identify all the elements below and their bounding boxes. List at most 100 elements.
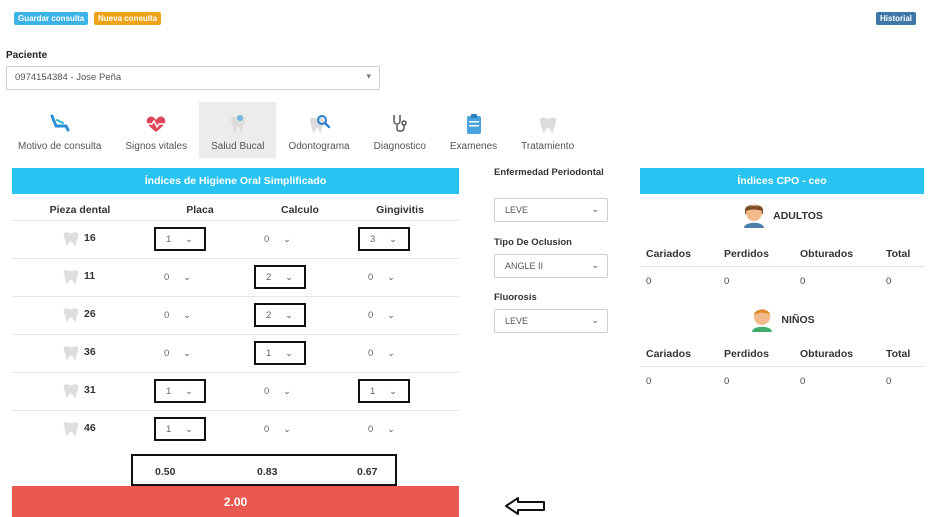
ninos-obturados-value: 0 bbox=[800, 376, 806, 387]
chevron-down-icon: ⌄ bbox=[185, 385, 193, 396]
pieza-number: 31 bbox=[84, 384, 96, 396]
placa-select[interactable]: 0 ⌄ bbox=[154, 341, 206, 365]
fluorosis-select[interactable]: LEVE ⌄ bbox=[494, 309, 608, 333]
calculo-select[interactable]: 2 ⌄ bbox=[254, 265, 306, 289]
calculo-value: 0 bbox=[264, 233, 270, 245]
total-calculo: 0.83 bbox=[257, 466, 278, 478]
calculo-select[interactable]: 1 ⌄ bbox=[254, 341, 306, 365]
ninos-col-obturados: Obturados bbox=[800, 348, 854, 360]
gingivitis-value: 3 bbox=[370, 233, 376, 245]
divider bbox=[640, 266, 924, 267]
tooth-icon bbox=[63, 308, 79, 323]
paciente-select[interactable]: 0974154384 - Jose Peña ▾ bbox=[6, 66, 380, 90]
tab-salud-bucal[interactable]: Salud Bucal bbox=[199, 102, 277, 158]
calculo-value: 1 bbox=[266, 347, 272, 359]
adultos-total-value: 0 bbox=[886, 276, 892, 287]
pieza-cell: 26 bbox=[62, 305, 96, 323]
table-row: 11 0 ⌄ 2 ⌄ 0 ⌄ bbox=[12, 258, 459, 294]
tab-motivo-de-consulta[interactable]: Motivo de consulta bbox=[6, 102, 113, 158]
gingivitis-select[interactable]: 3 ⌄ bbox=[358, 227, 410, 251]
pieza-cell: 16 bbox=[62, 229, 96, 247]
calculo-value: 0 bbox=[264, 423, 270, 435]
chevron-down-icon: ⌄ bbox=[389, 385, 397, 396]
adult-avatar-icon bbox=[741, 200, 767, 231]
pieza-number: 16 bbox=[84, 232, 96, 244]
pieza-cell: 11 bbox=[62, 267, 95, 285]
adultos-label: ADULTOS bbox=[773, 209, 823, 222]
fluorosis-label: Fluorosis bbox=[494, 292, 537, 303]
fluorosis-value: LEVE bbox=[505, 316, 529, 326]
child-avatar-icon bbox=[749, 304, 775, 335]
calculo-select[interactable]: 0 ⌄ bbox=[254, 227, 306, 251]
placa-value: 1 bbox=[166, 423, 172, 435]
calculo-select[interactable]: 0 ⌄ bbox=[254, 379, 306, 403]
chevron-down-icon: ⌄ bbox=[387, 271, 395, 282]
gingivitis-select[interactable]: 1 ⌄ bbox=[358, 379, 410, 403]
ninos-group: NIÑOS bbox=[640, 304, 924, 335]
heartbeat-icon bbox=[144, 111, 168, 137]
chevron-down-icon: ⌄ bbox=[185, 423, 193, 434]
guardar-consulta-button[interactable]: Guardar consulta bbox=[14, 12, 89, 25]
table-row: 16 1 ⌄ 0 ⌄ 3 ⌄ bbox=[12, 220, 459, 256]
gingivitis-select[interactable]: 0 ⌄ bbox=[358, 303, 410, 327]
placa-value: 0 bbox=[164, 347, 170, 359]
chevron-down-icon: ⌄ bbox=[387, 309, 395, 320]
placa-select[interactable]: 0 ⌄ bbox=[154, 265, 206, 289]
chevron-down-icon: ⌄ bbox=[285, 271, 293, 282]
paciente-label: Paciente bbox=[6, 50, 48, 61]
tab-signos-vitales[interactable]: Signos vitales bbox=[113, 102, 199, 158]
col-gingivitis: Gingivitis bbox=[376, 204, 424, 216]
tipo-oclusion-select[interactable]: ANGLE II ⌄ bbox=[494, 254, 608, 278]
gingivitis-select[interactable]: 0 ⌄ bbox=[358, 341, 410, 365]
enfermedad-periodontal-label: Enfermedad Periodontal bbox=[494, 167, 604, 178]
ninos-perdidos-value: 0 bbox=[724, 376, 730, 387]
gingivitis-value: 1 bbox=[370, 385, 376, 397]
placa-select[interactable]: 1 ⌄ bbox=[154, 379, 206, 403]
tab-odontograma[interactable]: Odontograma bbox=[276, 102, 361, 158]
ninos-label: NIÑOS bbox=[781, 313, 815, 326]
col-placa: Placa bbox=[186, 204, 214, 216]
pieza-number: 46 bbox=[84, 422, 96, 434]
paciente-value: 0974154384 - Jose Peña bbox=[15, 72, 122, 83]
tooth-icon bbox=[63, 422, 79, 437]
adultos-col-cariados: Cariados bbox=[646, 248, 691, 260]
tab-label: Diagnostico bbox=[373, 141, 426, 152]
ihos-result: 2.00 bbox=[12, 486, 459, 517]
tooth-search-icon bbox=[307, 111, 331, 137]
calculo-value: 2 bbox=[266, 309, 272, 321]
tab-examenes[interactable]: Examenes bbox=[438, 102, 509, 158]
historial-button[interactable]: Historial bbox=[876, 12, 917, 25]
arrow-left-icon bbox=[504, 496, 546, 517]
tooth-icon bbox=[63, 232, 79, 247]
chevron-down-icon: ⌄ bbox=[389, 233, 397, 244]
ninos-col-cariados: Cariados bbox=[646, 348, 691, 360]
placa-select[interactable]: 0 ⌄ bbox=[154, 303, 206, 327]
col-calculo: Calculo bbox=[281, 204, 319, 216]
tab-tratamiento[interactable]: Tratamiento bbox=[509, 102, 586, 158]
chevron-down-icon: ⌄ bbox=[183, 347, 191, 358]
gingivitis-value: 0 bbox=[368, 423, 374, 435]
adultos-col-obturados: Obturados bbox=[800, 248, 854, 260]
calculo-select[interactable]: 0 ⌄ bbox=[254, 417, 306, 441]
chevron-down-icon: ⌄ bbox=[285, 347, 293, 358]
chevron-down-icon: ⌄ bbox=[183, 271, 191, 282]
pieza-number: 36 bbox=[84, 346, 96, 358]
gingivitis-value: 0 bbox=[368, 347, 374, 359]
table-row: 46 1 ⌄ 0 ⌄ 0 ⌄ bbox=[12, 410, 459, 446]
tipo-oclusion-label: Tipo De Oclusion bbox=[494, 237, 572, 248]
calculo-select[interactable]: 2 ⌄ bbox=[254, 303, 306, 327]
gingivitis-select[interactable]: 0 ⌄ bbox=[358, 265, 410, 289]
adultos-cariados-value: 0 bbox=[646, 276, 652, 287]
placa-select[interactable]: 1 ⌄ bbox=[154, 417, 206, 441]
placa-value: 1 bbox=[166, 233, 172, 245]
gingivitis-select[interactable]: 0 ⌄ bbox=[358, 417, 410, 441]
chevron-down-icon: ⌄ bbox=[387, 423, 395, 434]
placa-select[interactable]: 1 ⌄ bbox=[154, 227, 206, 251]
tab-diagnostico[interactable]: Diagnostico bbox=[362, 102, 438, 158]
nueva-consulta-button[interactable]: Nueva consulta bbox=[94, 12, 162, 25]
oclusion-value: ANGLE II bbox=[505, 261, 544, 271]
ihos-header: Índices de Higiene Oral Simplificado bbox=[12, 168, 459, 194]
enfermedad-periodontal-select[interactable]: LEVE ⌄ bbox=[494, 198, 608, 222]
total-gingivitis: 0.67 bbox=[357, 466, 378, 478]
adultos-group: ADULTOS bbox=[640, 200, 924, 231]
